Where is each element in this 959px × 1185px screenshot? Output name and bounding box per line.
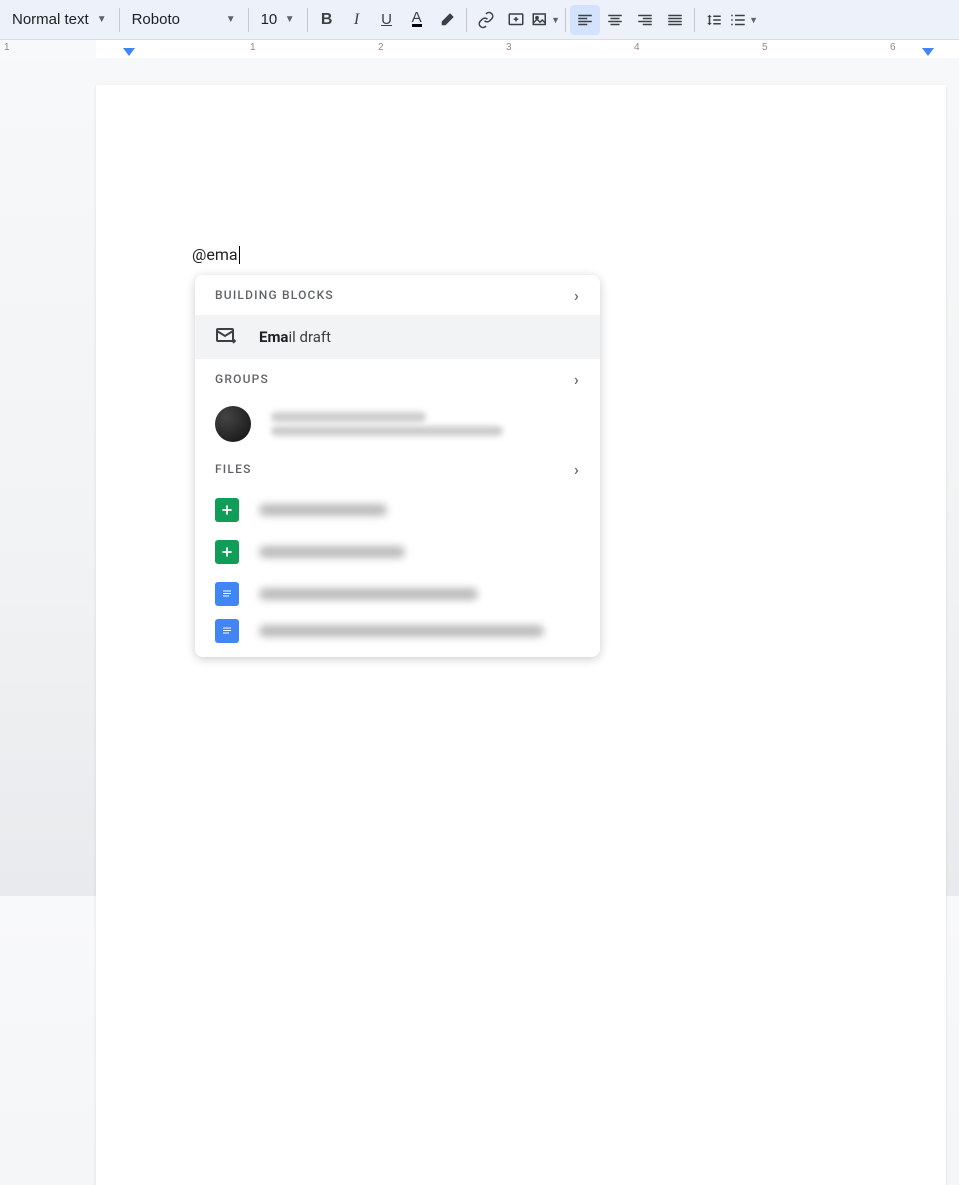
font-size-dropdown[interactable]: 10 ▼ <box>253 6 303 34</box>
file-suggestion[interactable] <box>195 531 600 573</box>
separator <box>694 8 695 32</box>
ruler-tick: 6 <box>890 42 896 53</box>
highlight-icon <box>438 11 456 29</box>
italic-button[interactable]: I <box>342 5 372 35</box>
sheets-icon <box>215 498 239 522</box>
caret-down-icon: ▼ <box>97 14 107 25</box>
file-suggestion[interactable] <box>195 489 600 531</box>
ruler-tick: 2 <box>378 42 384 53</box>
sheets-icon <box>215 540 239 564</box>
suggestion-label: Email draft <box>259 328 331 346</box>
font-dropdown[interactable]: Roboto ▼ <box>124 6 244 34</box>
right-indent-marker[interactable] <box>922 48 934 56</box>
caret-down-icon: ▼ <box>749 15 758 25</box>
document-text: @ema <box>192 245 238 264</box>
caret-down-icon: ▼ <box>551 15 560 25</box>
redacted-text <box>259 625 544 637</box>
redacted-text <box>259 588 478 600</box>
ruler-tick: 4 <box>634 42 640 53</box>
section-label: GROUPS <box>215 372 269 386</box>
align-center-icon <box>606 11 624 29</box>
file-suggestion[interactable] <box>195 615 600 657</box>
section-label: FILES <box>215 462 252 476</box>
separator <box>565 8 566 32</box>
left-indent-marker[interactable] <box>123 48 135 56</box>
numbered-list-button[interactable]: ▼ <box>729 5 759 35</box>
ruler-tick: 1 <box>4 42 10 53</box>
section-header-building-blocks[interactable]: BUILDING BLOCKS › <box>195 275 600 315</box>
chevron-right-icon: › <box>574 286 580 305</box>
underline-button[interactable]: U <box>372 5 402 35</box>
suggestion-email-draft[interactable]: Email draft <box>195 315 600 359</box>
insert-image-button[interactable]: ▼ <box>531 5 561 35</box>
chevron-right-icon: › <box>574 370 580 389</box>
smart-chip-dropdown: BUILDING BLOCKS › Email draft GROUPS › F… <box>195 275 600 657</box>
toolbar: Normal text ▼ Roboto ▼ 10 ▼ B I U A ▼ <box>0 0 959 40</box>
align-right-icon <box>636 11 654 29</box>
numbered-list-icon <box>729 11 747 29</box>
section-header-groups[interactable]: GROUPS › <box>195 359 600 399</box>
separator <box>307 8 308 32</box>
link-icon <box>477 11 495 29</box>
add-comment-button[interactable] <box>501 5 531 35</box>
chevron-right-icon: › <box>574 460 580 479</box>
align-justify-button[interactable] <box>660 5 690 35</box>
line-spacing-button[interactable] <box>699 5 729 35</box>
paragraph-style-dropdown[interactable]: Normal text ▼ <box>4 6 115 34</box>
email-draft-icon <box>215 325 239 349</box>
separator <box>248 8 249 32</box>
separator <box>466 8 467 32</box>
font-label: Roboto <box>132 11 180 28</box>
docs-icon <box>215 619 239 643</box>
font-size-label: 10 <box>261 11 278 28</box>
ruler-tick: 3 <box>506 42 512 53</box>
paragraph-style-label: Normal text <box>12 11 89 28</box>
comment-icon <box>507 11 525 29</box>
group-suggestion[interactable] <box>195 399 600 449</box>
caret-down-icon: ▼ <box>226 14 236 25</box>
ruler-page-area <box>96 40 959 58</box>
ruler-tick: 5 <box>762 42 768 53</box>
insert-link-button[interactable] <box>471 5 501 35</box>
text-color-button[interactable]: A <box>402 5 432 35</box>
highlight-button[interactable] <box>432 5 462 35</box>
text-cursor <box>239 246 240 264</box>
image-icon <box>531 11 549 29</box>
align-center-button[interactable] <box>600 5 630 35</box>
ruler-tick: 1 <box>250 42 256 53</box>
separator <box>119 8 120 32</box>
align-left-button[interactable] <box>570 5 600 35</box>
ruler[interactable]: 1 1 2 3 4 5 6 <box>0 40 959 58</box>
align-right-button[interactable] <box>630 5 660 35</box>
caret-down-icon: ▼ <box>285 14 295 25</box>
file-suggestion[interactable] <box>195 573 600 615</box>
align-left-icon <box>576 11 594 29</box>
redacted-text <box>259 504 387 516</box>
line-spacing-icon <box>705 11 723 29</box>
bold-button[interactable]: B <box>312 5 342 35</box>
align-justify-icon <box>666 11 684 29</box>
section-label: BUILDING BLOCKS <box>215 288 334 302</box>
docs-icon <box>215 582 239 606</box>
redacted-text <box>271 408 580 440</box>
section-header-files[interactable]: FILES › <box>195 449 600 489</box>
avatar <box>215 406 251 442</box>
redacted-text <box>259 546 405 558</box>
